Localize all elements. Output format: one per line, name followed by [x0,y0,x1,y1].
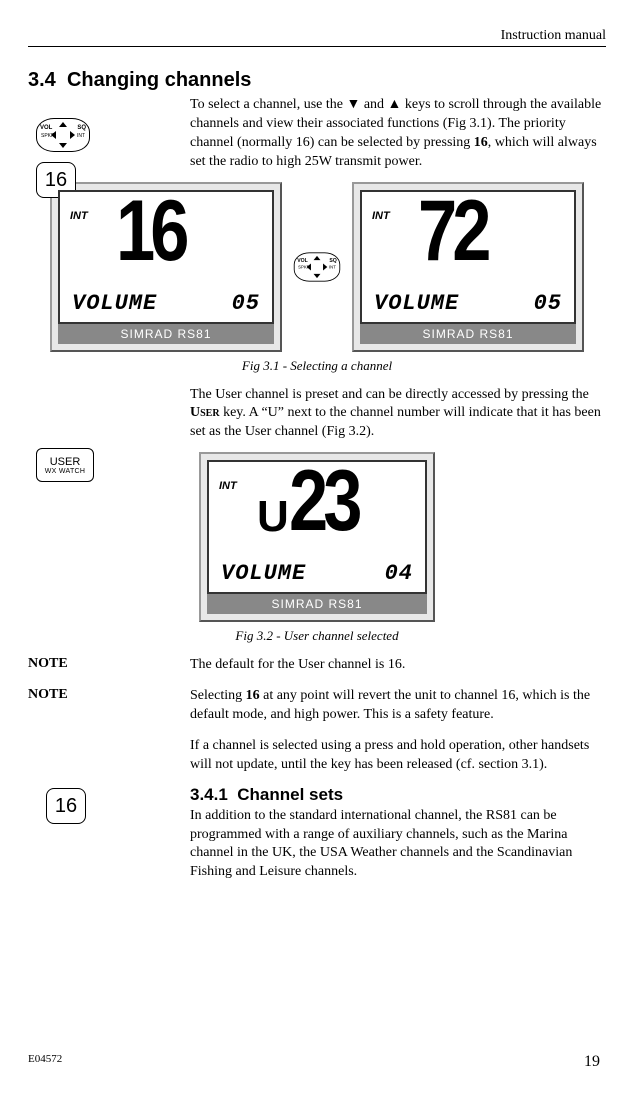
lcd-volume-value: 05 [534,291,562,316]
key-16-icon: 16 [46,788,86,824]
note-label: NOTE [28,656,172,675]
note-1-text: The default for the User channel is 16. [190,656,606,675]
lcd-int-label: INT [372,210,390,222]
margin-user-key: USER WX WATCH [36,448,94,482]
paragraph-press-hold: If a channel is selected using a press a… [190,737,606,775]
lcd-panel-left: INT 16 VOLUME 05 SIMRAD RS81 [50,182,282,352]
figure-3-2: INT U 23 VOLUME 04 SIMRAD RS81 [28,452,606,622]
margin-key-16-second: 16 [46,788,86,824]
lcd-int-label: INT [70,210,88,222]
user-key-icon: USER WX WATCH [36,448,94,482]
lcd-volume-label: VOLUME [72,291,157,316]
figure-3-1: INT 16 VOLUME 05 SIMRAD RS81 VOL SQ SPKR… [28,182,606,352]
lcd-channel-number: 72 [418,182,487,281]
center-dpad-icon: VOL SQ SPKR INT [294,252,340,281]
lcd-volume-value: 05 [232,291,260,316]
page-header: Instruction manual [28,28,606,47]
note-1: NOTE The default for the User channel is… [28,656,606,675]
subsection-heading: 3.4.1 Channel sets [190,785,606,805]
lcd-int-label: INT [219,480,237,492]
paragraph-channel-sets: In addition to the standard internationa… [190,807,606,883]
lcd-channel-number: 16 [116,182,185,281]
lcd-device-label: SIMRAD RS81 [207,594,427,614]
note-2: NOTE Selecting 16 at any point will reve… [28,687,606,725]
lcd-channel-number: 23 [289,452,358,551]
paragraph-intro: To select a channel, use the ▼ and ▲ key… [190,96,606,172]
note-2-text: Selecting 16 at any point will revert th… [190,687,606,725]
lcd-device-label: SIMRAD RS81 [360,324,576,344]
lcd-volume-label: VOLUME [374,291,459,316]
section-heading: 3.4 Changing channels [28,69,606,92]
lcd-volume-label: VOLUME [221,561,306,586]
footer-page-number: 19 [584,1053,600,1071]
figure-3-1-caption: Fig 3.1 - Selecting a channel [28,358,606,374]
page-footer: E04572 19 [28,1053,600,1071]
lcd-device-label: SIMRAD RS81 [58,324,274,344]
margin-key-group-1: VOL SQ SPKR INT 16 [36,118,90,198]
dpad-key-icon: VOL SQ SPKR INT [36,118,90,152]
figure-3-2-caption: Fig 3.2 - User channel selected [28,628,606,644]
lcd-volume-value: 04 [385,561,413,586]
lcd-user-indicator: U [257,492,289,542]
lcd-panel-right: INT 72 VOLUME 05 SIMRAD RS81 [352,182,584,352]
footer-code: E04572 [28,1053,62,1071]
header-title: Instruction manual [501,28,606,43]
paragraph-user-channel: The User channel is preset and can be di… [190,386,606,443]
note-label: NOTE [28,687,172,725]
